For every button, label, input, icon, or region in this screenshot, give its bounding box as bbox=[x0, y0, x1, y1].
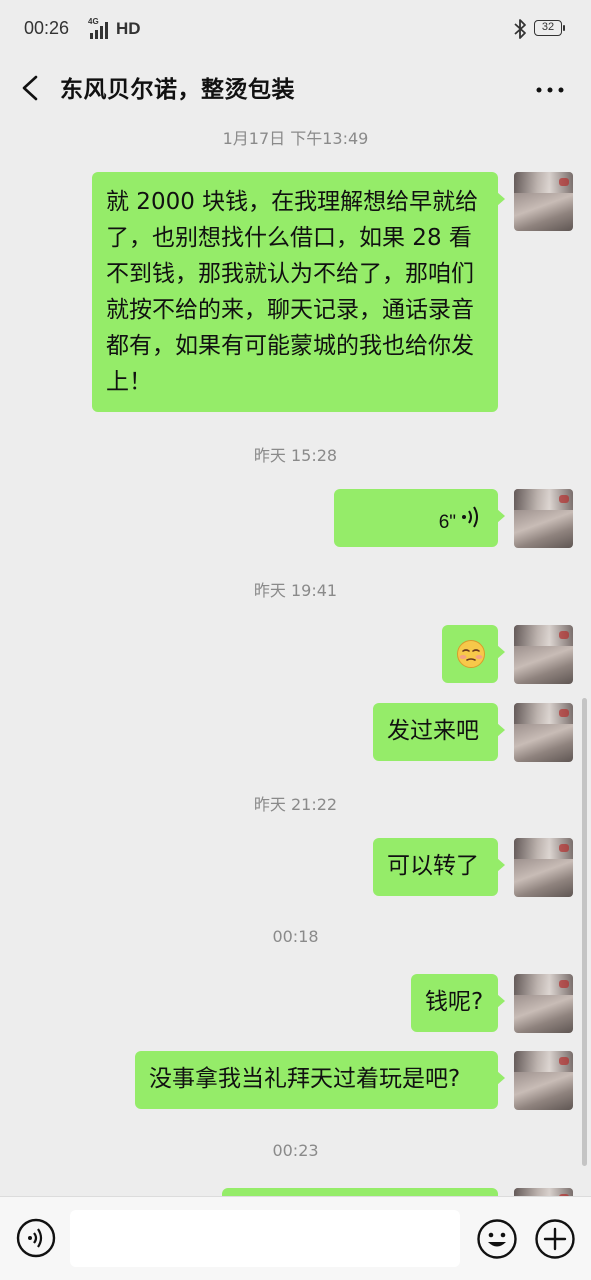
more-options-icon[interactable] bbox=[530, 68, 570, 108]
message-list[interactable]: 1月17日 下午13:49 就 2000 块钱，在我理解想给早就给了，也别想找什… bbox=[0, 118, 591, 1196]
voice-duration: 6" bbox=[438, 512, 456, 533]
smirk-face-icon bbox=[457, 640, 485, 668]
emoji-message-bubble[interactable] bbox=[442, 625, 505, 683]
avatar[interactable] bbox=[514, 838, 573, 897]
message-timestamp: 00:18 bbox=[272, 927, 319, 946]
voice-message-bubble[interactable]: 6" bbox=[334, 489, 505, 547]
bluetooth-icon bbox=[514, 19, 526, 39]
scrollbar[interactable] bbox=[582, 698, 587, 1166]
voice-wave-icon bbox=[462, 506, 478, 528]
voice-input-icon[interactable] bbox=[16, 1218, 56, 1258]
add-icon[interactable] bbox=[534, 1218, 576, 1260]
message-input[interactable] bbox=[70, 1210, 460, 1267]
signal-icon: 4G bbox=[88, 17, 112, 39]
message-bubble[interactable]: 钱呢? bbox=[411, 974, 505, 1032]
avatar[interactable] bbox=[514, 489, 573, 548]
avatar[interactable] bbox=[514, 703, 573, 762]
status-bar: 00:26 4G HD 32 bbox=[0, 0, 591, 60]
message-bubble-partial[interactable] bbox=[222, 1188, 498, 1196]
avatar[interactable] bbox=[514, 1051, 573, 1110]
network-type-label: 4G bbox=[88, 17, 99, 26]
message-timestamp: 昨天 19:41 bbox=[253, 581, 338, 600]
avatar[interactable] bbox=[514, 974, 573, 1033]
message-timestamp: 昨天 21:22 bbox=[253, 795, 338, 814]
message-bubble[interactable]: 发过来吧 bbox=[373, 703, 505, 761]
message-timestamp: 1月17日 下午13:49 bbox=[222, 129, 369, 148]
hd-label: HD bbox=[116, 19, 141, 38]
input-bar bbox=[0, 1196, 591, 1280]
message-timestamp: 00:23 bbox=[272, 1141, 319, 1160]
avatar[interactable] bbox=[514, 625, 573, 684]
avatar[interactable] bbox=[514, 1188, 573, 1196]
message-bubble[interactable]: 可以转了 bbox=[373, 838, 505, 896]
avatar[interactable] bbox=[514, 172, 573, 231]
message-timestamp: 昨天 15:28 bbox=[253, 446, 338, 465]
emoji-icon[interactable] bbox=[476, 1218, 518, 1260]
status-time: 00:26 bbox=[24, 18, 70, 38]
battery-icon: 32 bbox=[534, 20, 565, 36]
chat-title: 东风贝尔诺，整烫包装 bbox=[60, 77, 295, 103]
message-bubble[interactable]: 就 2000 块钱，在我理解想给早就给了，也别想找什么借口，如果 28 看不到钱… bbox=[92, 172, 505, 412]
chat-header: 东风贝尔诺，整烫包装 bbox=[0, 60, 591, 118]
message-bubble[interactable]: 没事拿我当礼拜天过着玩是吧? bbox=[135, 1051, 505, 1109]
back-arrow-icon[interactable] bbox=[14, 68, 50, 108]
